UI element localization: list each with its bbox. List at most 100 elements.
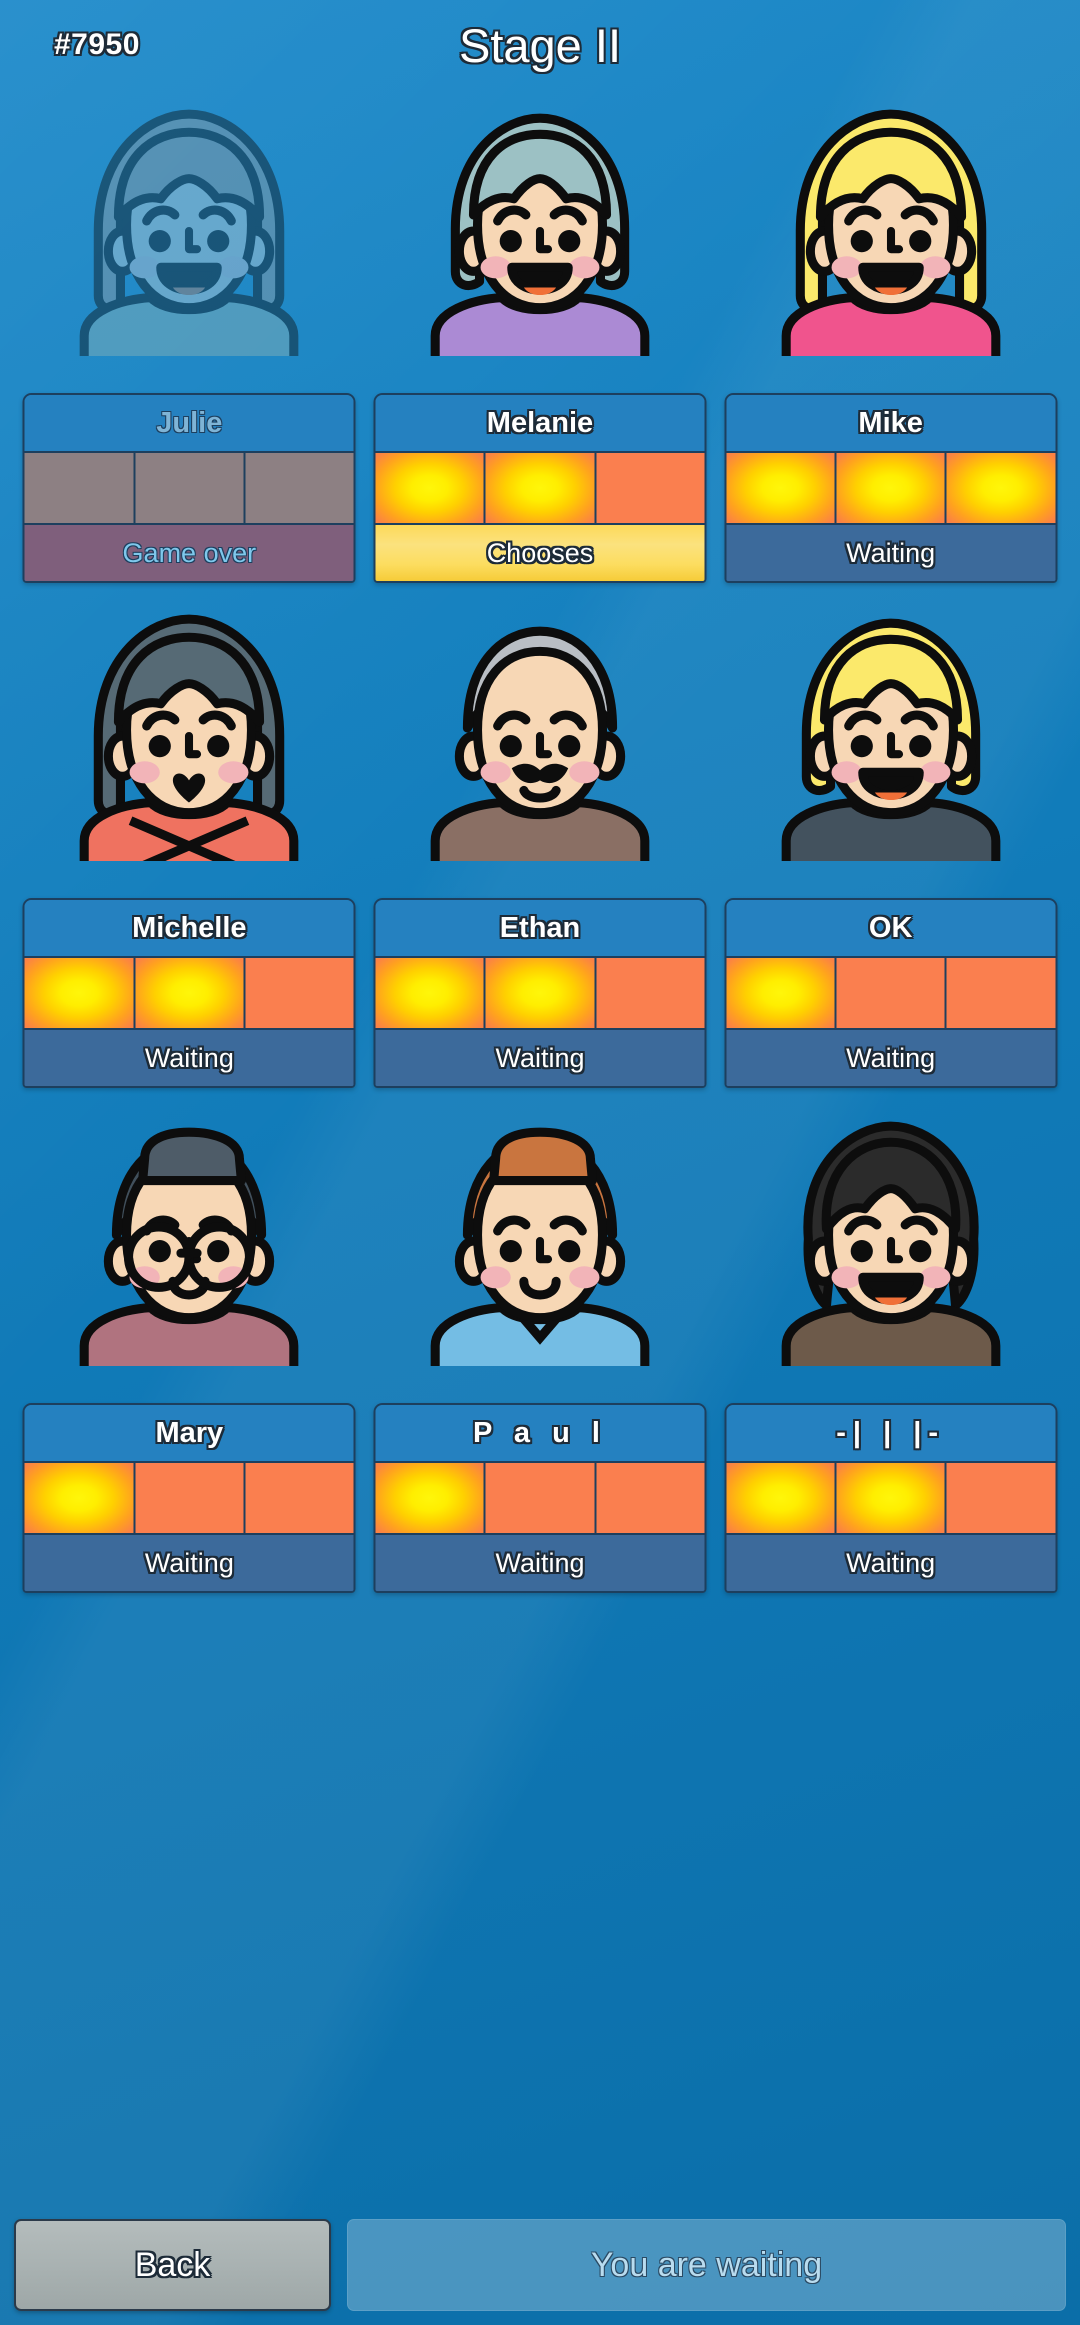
life-box <box>24 958 136 1028</box>
life-box <box>726 958 837 1028</box>
player-name: Mike <box>858 406 923 439</box>
life-box <box>596 1463 705 1533</box>
player-name-bar: Ethan <box>375 900 705 958</box>
player-cell: Melanie Chooses <box>365 88 716 583</box>
back-button-label: Back <box>134 2245 211 2284</box>
player-card[interactable]: Melanie Chooses <box>373 393 707 583</box>
player-status-bar: Waiting <box>726 1535 1056 1591</box>
player-status-bar: Waiting <box>375 1535 705 1591</box>
player-status-label: Chooses <box>486 537 594 568</box>
life-box <box>135 958 246 1028</box>
player-cell: P a u l Waiting <box>365 1098 716 1593</box>
life-box <box>245 958 354 1028</box>
player-card[interactable]: Ethan Waiting <box>373 898 707 1088</box>
player-name-bar: OK <box>726 900 1056 958</box>
player-name-bar: Melanie <box>375 395 705 453</box>
player-status-label: Waiting <box>144 1042 234 1073</box>
player-lives <box>24 958 354 1030</box>
life-box <box>24 453 136 523</box>
player-lives <box>375 958 705 1030</box>
player-card[interactable]: Michelle Waiting <box>22 898 356 1088</box>
life-box <box>946 1463 1056 1533</box>
player-lives <box>375 453 705 525</box>
player-status-label: Game over <box>122 537 257 568</box>
player-cell: Mary Waiting <box>14 1098 365 1593</box>
life-box <box>596 453 705 523</box>
player-status-bar: Waiting <box>726 525 1056 581</box>
player-name: OK <box>868 911 913 944</box>
life-box <box>596 958 705 1028</box>
player-status-label: Waiting <box>846 1547 936 1578</box>
player-cell: Michelle Waiting <box>14 593 365 1088</box>
player-cell: Julie Game over <box>14 88 365 583</box>
ok-avatar <box>752 593 1030 861</box>
you-are-waiting-button: You are waiting <box>347 2219 1066 2311</box>
player-name: P a u l <box>473 1416 607 1449</box>
player-card[interactable]: Julie Game over <box>22 393 356 583</box>
player-name-bar: Mike <box>726 395 1056 453</box>
life-box <box>836 958 947 1028</box>
anon-avatar <box>752 1098 1030 1366</box>
player-status-label: Waiting <box>846 1042 936 1073</box>
player-lives <box>24 1463 354 1535</box>
life-box <box>485 453 597 523</box>
player-lives <box>726 958 1056 1030</box>
paul-avatar <box>401 1098 679 1366</box>
player-cell: -| | |- Waiting <box>715 1098 1066 1593</box>
player-name-bar: Mary <box>24 1405 354 1463</box>
melanie-avatar <box>401 88 679 356</box>
player-name: Mary <box>155 1416 224 1449</box>
player-card[interactable]: -| | |- Waiting <box>724 1403 1058 1593</box>
mike-avatar <box>752 88 1030 356</box>
life-box <box>135 453 246 523</box>
player-card[interactable]: Mike Waiting <box>724 393 1058 583</box>
life-box <box>375 453 486 523</box>
header: #7950 Stage II <box>0 0 1080 84</box>
player-lives <box>726 1463 1056 1535</box>
player-status-bar: Waiting <box>726 1030 1056 1086</box>
player-name-bar: Michelle <box>24 900 354 958</box>
player-name: Michelle <box>132 911 247 944</box>
life-box <box>836 453 947 523</box>
player-status-label: Waiting <box>495 1547 585 1578</box>
player-cell: OK Waiting <box>715 593 1066 1088</box>
player-grid: Julie Game over Melanie Chooses Mike Wai… <box>0 88 1080 1593</box>
life-box <box>726 1463 837 1533</box>
player-status-bar: Waiting <box>24 1030 354 1086</box>
life-box <box>245 1463 354 1533</box>
julie-avatar <box>50 88 328 356</box>
player-status-bar: Waiting <box>24 1535 354 1591</box>
player-name: -| | |- <box>836 1416 946 1449</box>
player-name-bar: Julie <box>24 395 354 453</box>
mary-avatar <box>50 1098 328 1366</box>
life-box <box>245 453 354 523</box>
footer-actions: Back You are waiting <box>0 2219 1080 2311</box>
life-box <box>836 1463 947 1533</box>
life-box <box>375 1463 486 1533</box>
player-card[interactable]: Mary Waiting <box>22 1403 356 1593</box>
player-lives <box>726 453 1056 525</box>
life-box <box>946 958 1056 1028</box>
life-box <box>485 958 597 1028</box>
player-name-bar: -| | |- <box>726 1405 1056 1463</box>
player-cell: Ethan Waiting <box>365 593 716 1088</box>
ethan-avatar <box>401 593 679 861</box>
player-cell: Mike Waiting <box>715 88 1066 583</box>
player-status-label: Waiting <box>495 1042 585 1073</box>
player-status-label: Waiting <box>144 1547 234 1578</box>
player-status-bar: Chooses <box>375 525 705 581</box>
player-card[interactable]: P a u l Waiting <box>373 1403 707 1593</box>
life-box <box>946 453 1056 523</box>
player-status-bar: Waiting <box>375 1030 705 1086</box>
back-button[interactable]: Back <box>14 2219 331 2311</box>
life-box <box>375 958 486 1028</box>
page-title: Stage II <box>459 19 621 72</box>
life-box <box>485 1463 597 1533</box>
player-name-bar: P a u l <box>375 1405 705 1463</box>
player-card[interactable]: OK Waiting <box>724 898 1058 1088</box>
life-box <box>135 1463 246 1533</box>
player-name: Julie <box>156 406 223 439</box>
life-box <box>726 453 837 523</box>
player-name: Melanie <box>486 406 594 439</box>
you-are-waiting-label: You are waiting <box>590 2245 823 2284</box>
